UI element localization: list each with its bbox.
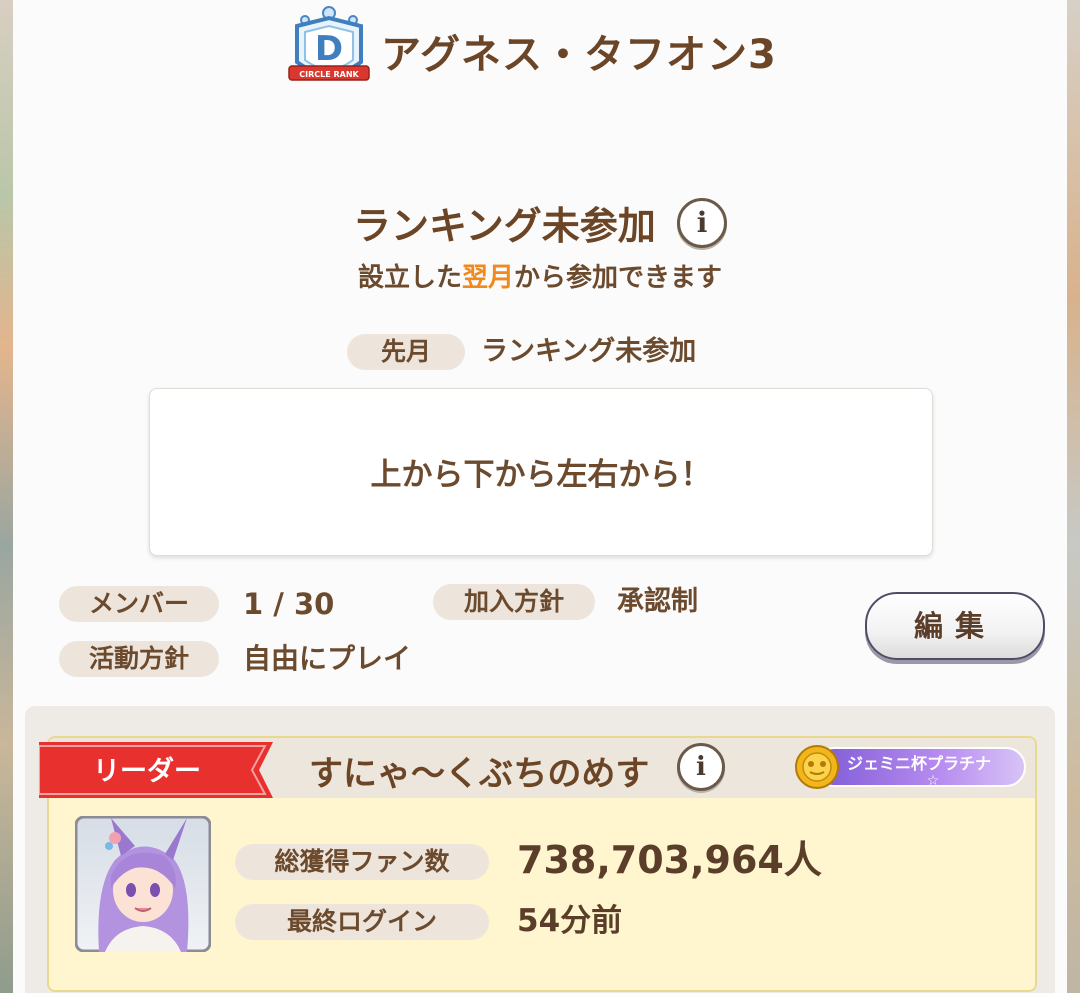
members-value: 1 / 30: [243, 587, 335, 621]
ranking-status-title: ランキング未参加 i: [13, 195, 1067, 250]
total-fans-value: 738,703,964人: [517, 838, 822, 882]
svg-text:リーダー: リーダー: [93, 755, 201, 787]
members-label: メンバー: [59, 586, 219, 622]
join-policy-value: 承認制: [617, 586, 698, 617]
leader-section: リーダー すにゃ〜くぶちのめす i ジェミニ杯プラチナ ☆ 総獲得ファン数 73…: [25, 706, 1055, 993]
circle-message-box: 上から下から左右から！: [149, 388, 933, 556]
leader-ribbon: リーダー: [39, 742, 273, 798]
ranking-note-suffix: から参加できます: [514, 263, 723, 293]
leader-avatar[interactable]: [75, 816, 211, 952]
rank-crest-icon: D CIRCLE RANK: [288, 6, 370, 81]
leader-name: すにゃ〜くぶちのめす: [309, 754, 650, 794]
activity-policy-label: 活動方針: [59, 641, 219, 677]
ranking-note-highlight: 翌月: [461, 263, 514, 293]
svg-text:CIRCLE RANK: CIRCLE RANK: [299, 70, 359, 79]
circle-header: D CIRCLE RANK アグネス・タフオン3: [13, 0, 1067, 110]
title-badge[interactable]: ジェミニ杯プラチナ ☆: [793, 744, 1029, 790]
ranking-note-prefix: 設立した: [357, 263, 462, 293]
star-icon: ☆: [927, 773, 940, 789]
join-policy-label: 加入方針: [433, 584, 595, 620]
leader-card[interactable]: リーダー すにゃ〜くぶちのめす i ジェミニ杯プラチナ ☆ 総獲得ファン数 73…: [39, 736, 1037, 992]
last-month-value: ランキング未参加: [481, 336, 697, 367]
circle-info-panel: D CIRCLE RANK アグネス・タフオン3 ランキング未参加 i 設立した…: [13, 0, 1067, 993]
circle-name: アグネス・タフオン3: [381, 32, 777, 78]
gold-medal-icon: [795, 745, 839, 789]
edit-button[interactable]: 編集: [865, 592, 1045, 660]
last-login-value: 54分前: [517, 903, 623, 939]
leader-info-button[interactable]: i: [677, 743, 725, 791]
last-month-label: 先月: [347, 334, 465, 370]
ranking-status-text: ランキング未参加: [352, 204, 656, 248]
circle-message: 上から下から左右から！: [370, 457, 712, 493]
total-fans-label: 総獲得ファン数: [235, 844, 489, 880]
background-strip-right: [1067, 0, 1080, 993]
last-login-label: 最終ログイン: [235, 904, 489, 940]
background-strip-left: [0, 0, 13, 993]
svg-text:ジェミニ杯プラチナ: ジェミニ杯プラチナ: [847, 754, 991, 773]
svg-text:D: D: [315, 29, 343, 69]
ranking-info-button[interactable]: i: [677, 197, 728, 248]
ranking-note: 設立した翌月から参加できます: [13, 257, 1067, 294]
activity-policy-value: 自由にプレイ: [243, 642, 412, 675]
